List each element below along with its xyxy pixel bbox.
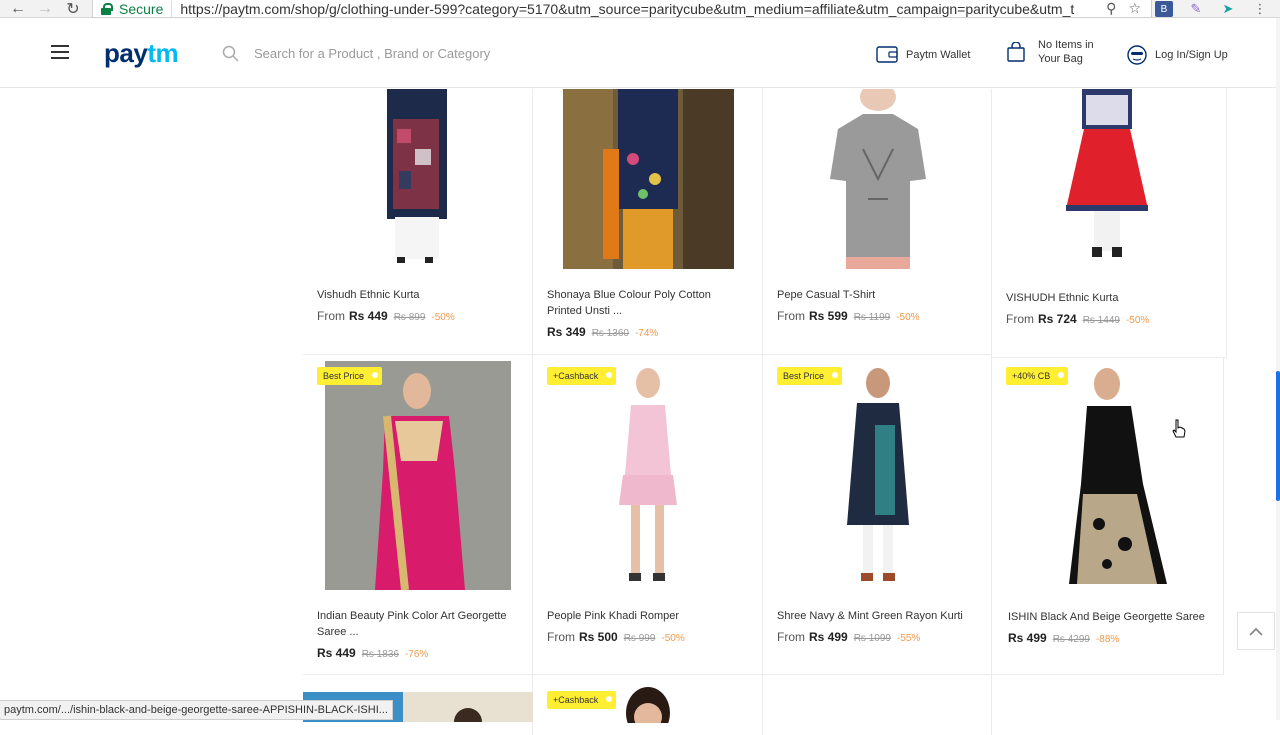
- product-image[interactable]: [325, 361, 511, 590]
- bookmark-star-icon[interactable]: ☆: [1128, 0, 1141, 17]
- offer-badge: +Cashback: [547, 691, 617, 709]
- hand-cursor-icon: [1172, 419, 1186, 438]
- product-price: Rs 499 Rs 4299 -88%: [1008, 631, 1120, 645]
- product-image[interactable]: [613, 683, 683, 723]
- wallet-label: Paytm Wallet: [906, 48, 971, 61]
- extension-icon[interactable]: B: [1155, 1, 1173, 17]
- site-header: paytm Search for a Product , Brand or Ca…: [0, 26, 1276, 88]
- product-image[interactable]: [823, 365, 933, 590]
- offer-badge: +40% CB: [1006, 367, 1069, 385]
- product-image[interactable]: [1047, 364, 1177, 589]
- product-card[interactable]: +Cashback: [533, 675, 763, 735]
- product-price: Rs 349 Rs 1360 -74%: [547, 325, 659, 339]
- product-card[interactable]: VISHUDH Ethnic Kurta From Rs 724 Rs 1449 -5…: [992, 89, 1227, 358]
- paytm-wallet-link[interactable]: Paytm Wallet: [876, 46, 970, 63]
- chevron-up-icon: [1249, 627, 1263, 636]
- offer-badge: Best Price: [317, 367, 383, 385]
- product-price: Rs 449 Rs 1836 -76%: [317, 646, 429, 660]
- offer-badge: +Cashback: [547, 367, 617, 385]
- product-price: From Rs 499 Rs 1099 -55%: [777, 630, 921, 644]
- user-avatar-icon: [1127, 45, 1147, 65]
- product-price: From Rs 500 Rs 999 -50%: [547, 630, 685, 644]
- bag-status-line1: No Items in: [1038, 39, 1094, 51]
- browser-status-bar: paytm.com/.../ishin-black-and-beige-geor…: [0, 700, 393, 720]
- product-card[interactable]: Shonaya Blue Colour Poly Cotton Printed …: [533, 89, 763, 355]
- product-price: From Rs 724 Rs 1449 -50%: [1006, 312, 1150, 326]
- page-scrollbar-track[interactable]: [1276, 18, 1280, 720]
- address-bar[interactable]: Secure https://paytm.com/shop/g/clothing…: [92, 0, 1152, 18]
- login-label: Log In/Sign Up: [1155, 49, 1228, 61]
- pen-extension-icon[interactable]: ✎: [1187, 1, 1205, 17]
- search-icon[interactable]: [222, 45, 239, 62]
- reload-icon[interactable]: ↻: [61, 0, 85, 18]
- bag-status-line2: Your Bag: [1038, 53, 1083, 65]
- product-price: From Rs 449 Rs 899 -50%: [317, 309, 455, 323]
- menu-kebab-icon[interactable]: ⋮: [1251, 1, 1269, 17]
- lock-icon: [101, 3, 113, 15]
- product-name[interactable]: Shree Navy & Mint Green Rayon Kurti: [777, 608, 982, 624]
- product-card[interactable]: Vishudh Ethnic Kurta From Rs 449 Rs 899 -50…: [303, 89, 533, 355]
- product-image[interactable]: [593, 365, 703, 590]
- product-image[interactable]: [363, 89, 473, 269]
- product-image[interactable]: [818, 89, 938, 269]
- product-card[interactable]: Best Price Shree Navy & Mint Green Rayon…: [763, 355, 992, 675]
- product-name[interactable]: Pepe Casual T-Shirt: [777, 287, 977, 303]
- bag-icon: [1007, 42, 1025, 62]
- bag-link[interactable]: No Items in Your Bag: [1006, 38, 1094, 66]
- product-card[interactable]: Pepe Casual T-Shirt From Rs 599 Rs 1199 -50…: [763, 89, 992, 355]
- product-image[interactable]: [1052, 89, 1162, 269]
- product-card[interactable]: +Cashback People Pink Khadi Romper From R…: [533, 355, 763, 675]
- send-extension-icon[interactable]: ➤: [1219, 1, 1237, 17]
- product-name[interactable]: Shonaya Blue Colour Poly Cotton Printed …: [547, 287, 737, 319]
- product-name[interactable]: Indian Beauty Pink Color Art Georgette S…: [317, 608, 517, 640]
- search-input[interactable]: Search for a Product , Brand or Category: [254, 46, 490, 61]
- product-card[interactable]: +40% CB ISHIN Black And Beige Georgette …: [992, 358, 1224, 675]
- browser-toolbar: ← → ↻ Secure https://paytm.com/shop/g/cl…: [0, 0, 1280, 18]
- paytm-logo[interactable]: paytm: [104, 38, 179, 69]
- hamburger-menu-icon[interactable]: [51, 45, 69, 59]
- product-name[interactable]: Vishudh Ethnic Kurta: [317, 287, 517, 303]
- secure-label: Secure: [119, 0, 173, 17]
- back-icon[interactable]: ←: [6, 0, 30, 18]
- page-scrollbar-thumb[interactable]: [1276, 371, 1280, 501]
- product-card-placeholder: [763, 675, 992, 735]
- product-name[interactable]: People Pink Khadi Romper: [547, 608, 747, 624]
- product-name[interactable]: VISHUDH Ethnic Kurta: [1006, 290, 1206, 306]
- offer-badge: Best Price: [777, 367, 843, 385]
- zoom-icon[interactable]: ⚲: [1106, 0, 1116, 17]
- product-image[interactable]: [563, 89, 734, 269]
- product-card[interactable]: Best Price Indian Beauty Pink Color Art …: [303, 355, 533, 675]
- url-text[interactable]: https://paytm.com/shop/g/clothing-under-…: [180, 1, 1085, 17]
- login-signup-link[interactable]: Log In/Sign Up: [1127, 45, 1228, 65]
- product-price: From Rs 599 Rs 1199 -50%: [777, 309, 920, 323]
- forward-icon[interactable]: →: [33, 0, 57, 18]
- product-name[interactable]: ISHIN Black And Beige Georgette Saree: [1008, 609, 1213, 625]
- scroll-to-top-button[interactable]: [1237, 612, 1275, 650]
- wallet-icon: [876, 46, 898, 63]
